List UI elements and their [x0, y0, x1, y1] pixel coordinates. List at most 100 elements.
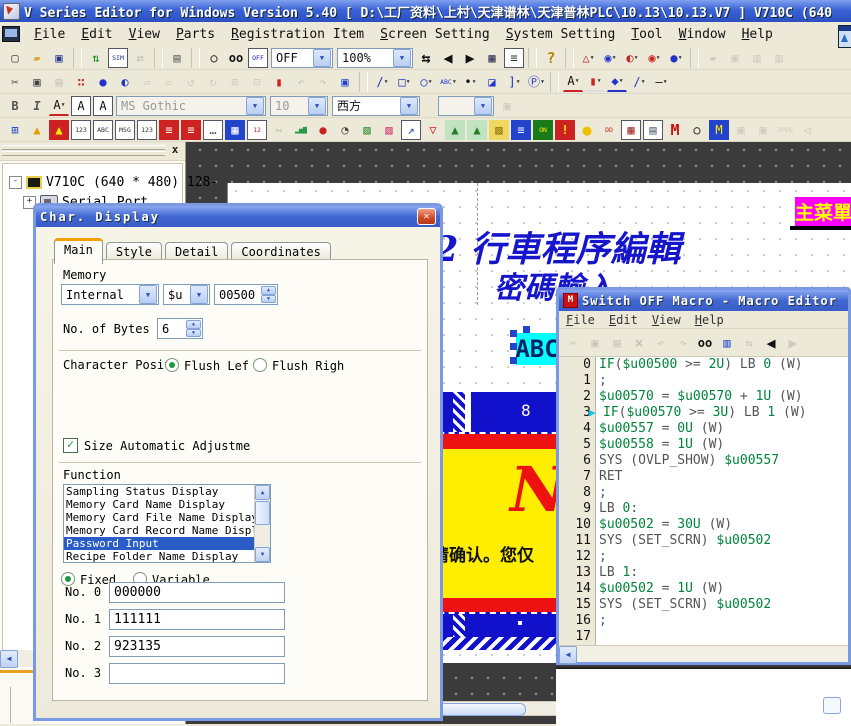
text-frame-icon[interactable]: A	[71, 96, 91, 116]
jump-icon[interactable]: ⇆	[739, 333, 759, 353]
chevron-down-icon[interactable]: ▼	[246, 97, 264, 115]
alarmlamp-part-icon[interactable]: ▲	[49, 120, 69, 140]
italic-icon[interactable]: I	[27, 96, 47, 116]
tabledata-part-icon[interactable]: 123	[137, 120, 157, 140]
function-listbox[interactable]: Sampling Status DisplayMemory Card Name …	[63, 484, 271, 563]
meter-part-icon[interactable]: ◔	[335, 120, 355, 140]
print-icon[interactable]: ▤	[167, 48, 187, 68]
menu-item-screen-setting[interactable]: Screen Setting	[372, 25, 498, 44]
selection-handle[interactable]	[523, 326, 530, 333]
background-button[interactable]	[823, 697, 841, 714]
scroll-left-icon[interactable]: ◀	[559, 646, 577, 664]
lower-blue-panel[interactable]	[428, 612, 568, 639]
first-screen-icon[interactable]: ⇆	[416, 48, 436, 68]
camera-part-icon[interactable]: ▣	[753, 120, 773, 140]
macro-line[interactable]: 13LB 1:	[559, 565, 848, 581]
copy-icon[interactable]: ▣	[585, 333, 605, 353]
cut-icon[interactable]: ✂	[563, 333, 583, 353]
flush-left-radio[interactable]: Flush Lef	[165, 358, 249, 373]
floating-window-icon[interactable]	[838, 25, 851, 48]
font-combo[interactable]: MS Gothic▼	[116, 96, 266, 116]
msgdisplay-part-icon[interactable]: MSG	[115, 120, 135, 140]
keypad-part-icon[interactable]: ▦	[225, 120, 245, 140]
menu-item-file[interactable]: File	[26, 25, 73, 44]
comment-part-icon[interactable]: …	[203, 120, 223, 140]
find-replace-icon[interactable]: ▥	[717, 333, 737, 353]
menu-item-view[interactable]: View	[645, 313, 688, 327]
collapse-icon[interactable]: -	[9, 176, 22, 189]
function-option[interactable]: Memory Card File Name Display	[64, 511, 254, 524]
sim-icon[interactable]: SIM	[108, 48, 128, 68]
line-tool-icon[interactable]: /▼	[372, 72, 392, 92]
env-select-icon[interactable]: ▣	[335, 72, 355, 92]
forward-icon[interactable]: ▶	[783, 333, 803, 353]
chevron-down-icon[interactable]: ▼	[308, 97, 326, 115]
password-entry-panel[interactable]: 8	[428, 390, 568, 434]
chevron-down-icon[interactable]: ▼	[474, 97, 492, 115]
save2-icon[interactable]: ▣	[725, 48, 745, 68]
macro-line[interactable]: 1;	[559, 373, 848, 389]
prev-screen-icon[interactable]: ◀	[438, 48, 458, 68]
spin-down-icon[interactable]: ▼	[186, 329, 201, 338]
line-color-icon[interactable]: ▮▼	[585, 72, 605, 92]
undo-icon[interactable]: ↶	[651, 333, 671, 353]
bring-front-icon[interactable]: ▱	[137, 72, 157, 92]
screen-copy-icon[interactable]: ▥	[747, 48, 767, 68]
redo-icon[interactable]: ↷	[673, 333, 693, 353]
fontsize-combo[interactable]: 10▼	[270, 96, 328, 116]
onoff-part-icon[interactable]: ON	[533, 120, 553, 140]
rotate-left-icon[interactable]: ↺	[181, 72, 201, 92]
selection-handle[interactable]	[510, 357, 517, 364]
graph-lib-icon[interactable]: ●▼	[666, 48, 686, 68]
blocktransfer-part-icon[interactable]: ↔	[269, 120, 289, 140]
cut-icon[interactable]: ✂	[5, 72, 25, 92]
main-menu-button[interactable]: 主菜單	[795, 197, 851, 226]
alarmdisp-part-icon[interactable]: !	[555, 120, 575, 140]
lamp-part-icon[interactable]: ▲	[27, 120, 47, 140]
memory-type-combo[interactable]: Internal▼	[61, 284, 159, 305]
trend-part-icon[interactable]: ↗	[401, 120, 421, 140]
close-icon[interactable]: ✕	[417, 208, 436, 225]
spin-down-icon[interactable]: ▼	[261, 295, 276, 304]
open-folder-icon[interactable]: ▰	[27, 48, 47, 68]
lamp-lib-icon[interactable]: ◐▼	[622, 48, 642, 68]
menu-item-window[interactable]: Window	[671, 25, 734, 44]
switch-part-icon[interactable]: ⊞	[5, 120, 25, 140]
copy-icon[interactable]: ▣	[27, 72, 47, 92]
bell-part-icon[interactable]: ●	[577, 120, 597, 140]
checkbox-checked-icon[interactable]: ✓	[63, 438, 78, 453]
radio-icon[interactable]	[253, 358, 267, 372]
redo-icon[interactable]: ↷	[313, 72, 333, 92]
function-option[interactable]: Recipe Folder Name Display	[64, 550, 254, 562]
sound-part-icon[interactable]: ◁	[797, 120, 817, 140]
chevron-down-icon[interactable]: ▼	[393, 49, 411, 67]
rotate-right-icon[interactable]: ↻	[203, 72, 223, 92]
group-icon[interactable]: ●	[93, 72, 113, 92]
macro-code-area[interactable]: 0IF($u00500 >= 2U) LB 0 (W)1;2$u00570 = …	[559, 357, 848, 645]
ungroup-icon[interactable]: ◐	[115, 72, 135, 92]
menu-item-edit[interactable]: Edit	[73, 25, 120, 44]
closedgraph-part-icon[interactable]: ▨	[357, 120, 377, 140]
macro-line[interactable]: 11SYS (SET_SCRN) $u00502	[559, 533, 848, 549]
memopad-part-icon[interactable]: ▤	[643, 120, 663, 140]
extra-combo[interactable]: ▼	[438, 96, 494, 116]
screen-transfer-icon[interactable]: ⇅	[86, 48, 106, 68]
scroll-left-icon[interactable]: ◀	[0, 650, 18, 668]
zoom-icon[interactable]: ○	[204, 48, 224, 68]
next-screen-icon[interactable]: ▶	[460, 48, 480, 68]
memory-address-spinner[interactable]: 00500 ▲▼	[214, 284, 278, 305]
video-part-icon[interactable]: ▣	[731, 120, 751, 140]
bargraph-part-icon[interactable]: ▂▅▇	[291, 120, 311, 140]
scroll-down-icon[interactable]: ▼	[255, 547, 270, 562]
mcard-part-icon[interactable]: M	[709, 120, 729, 140]
onoff-combo[interactable]: OFF▼	[271, 48, 333, 68]
macro-line[interactable]: 12;	[559, 549, 848, 565]
switch-lib-icon[interactable]: ◉▼	[600, 48, 620, 68]
overlap-lib-icon[interactable]: △▼	[578, 48, 598, 68]
macro-line[interactable]: 7RET	[559, 469, 848, 485]
macro-line[interactable]: 4$u00557 = 0U (W)	[559, 421, 848, 437]
macro-line[interactable]: 9LB 0:	[559, 501, 848, 517]
macro-line[interactable]: 5$u00558 = 1U (W)	[559, 437, 848, 453]
menu-item-system-setting[interactable]: System Setting	[498, 25, 624, 44]
password-value-input[interactable]	[109, 636, 285, 657]
